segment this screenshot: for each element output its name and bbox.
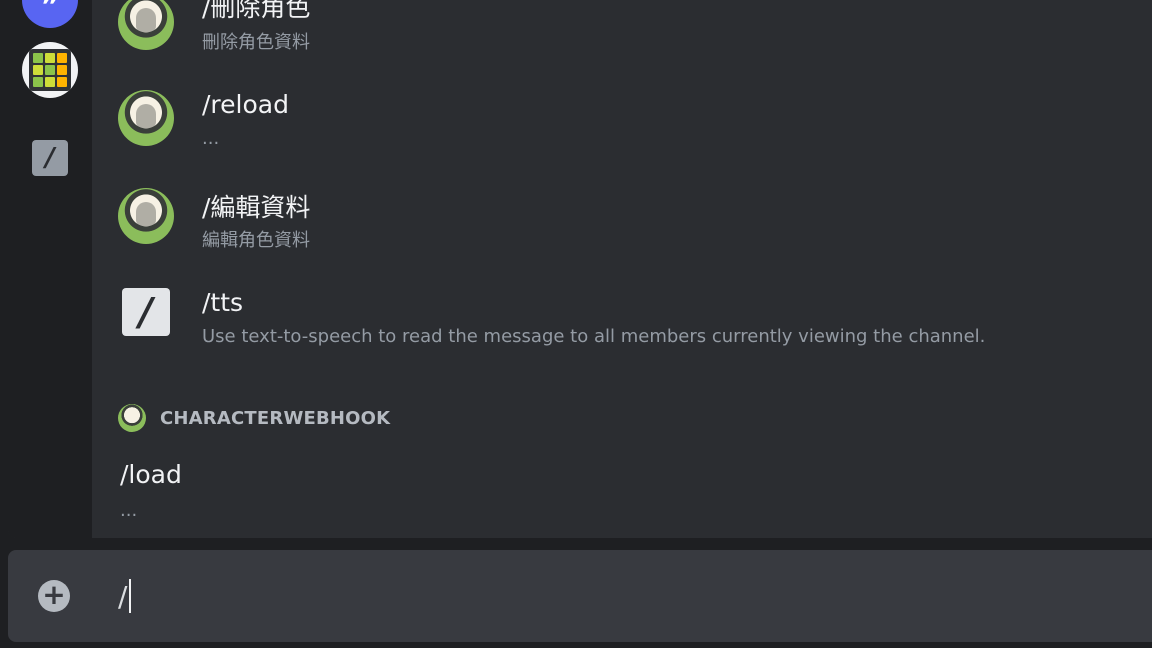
slash-icon[interactable]: / — [32, 140, 68, 176]
character-avatar — [118, 90, 174, 146]
command-name-load[interactable]: /load — [120, 460, 182, 489]
command-autocomplete-popup: ” / /刪除角色 刪除角色資料 /reload ... /編輯資料 編輯角色資… — [8, 0, 1152, 538]
grid-app-logo — [29, 49, 71, 91]
quote-icon[interactable]: ” — [22, 0, 78, 28]
message-input[interactable]: / — [118, 570, 1118, 622]
app-sidebar: ” / — [8, 0, 92, 538]
plus-circle-icon[interactable]: + — [38, 580, 70, 612]
command-item-delete-character[interactable]: /刪除角色 刪除角色資料 — [118, 0, 1138, 78]
command-name: /reload — [202, 90, 289, 119]
character-avatar — [118, 404, 146, 432]
text-caret — [129, 579, 132, 613]
command-description: Use text-to-speech to read the message t… — [202, 326, 986, 347]
slash-icon: / — [122, 288, 170, 336]
command-name: /編輯資料 — [202, 193, 311, 222]
command-description: ... — [202, 128, 220, 149]
command-item-tts[interactable]: / /tts Use text-to-speech to read the me… — [118, 288, 1138, 372]
command-name: /tts — [202, 288, 244, 317]
grid-app-icon[interactable] — [22, 42, 78, 98]
command-section-header: CHARACTERWEBHOOK — [118, 404, 390, 432]
command-description: 刪除角色資料 — [202, 32, 310, 53]
command-description: 編輯角色資料 — [202, 230, 310, 251]
command-description-load: ... — [120, 500, 138, 521]
message-input-value: / — [118, 579, 128, 613]
section-label: CHARACTERWEBHOOK — [160, 407, 391, 429]
character-avatar — [118, 188, 174, 244]
command-item-reload[interactable]: /reload ... — [118, 90, 1138, 174]
command-name: /刪除角色 — [202, 0, 311, 22]
message-composer: + / — [8, 550, 1152, 642]
character-avatar — [118, 0, 174, 50]
command-item-edit-profile[interactable]: /編輯資料 編輯角色資料 — [118, 188, 1138, 272]
